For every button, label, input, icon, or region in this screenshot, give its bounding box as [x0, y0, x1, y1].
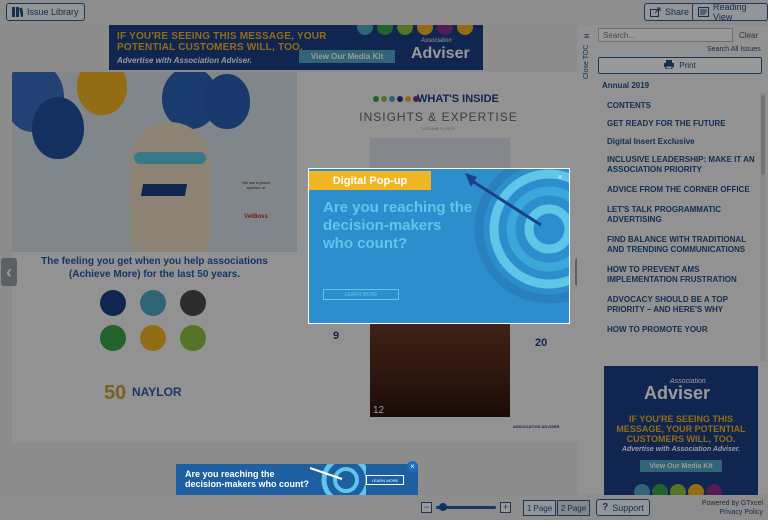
issue-library-label: Issue Library	[27, 7, 79, 17]
sidebar-ad[interactable]: Association Adviser IF YOU'RE SEEING THI…	[604, 366, 758, 495]
bottom-toolbar: − + 1 Page 2 Page ? Support Powered by G…	[0, 495, 768, 520]
toc-item[interactable]: FIND BALANCE WITH TRADITIONAL AND TRENDI…	[598, 235, 759, 255]
side-ad-message: IF YOU'RE SEEING THIS MESSAGE, YOUR POTE…	[616, 414, 746, 444]
reading-view-label: Reading View	[713, 2, 747, 22]
popup-headline: Are you reaching the decision-makers who…	[323, 199, 473, 252]
bottom-ad-line-2: decision-makers who count?	[185, 479, 310, 489]
popup-learn-more-button[interactable]: LEARN MORE	[323, 289, 399, 300]
zoom-in-button[interactable]: +	[500, 502, 511, 513]
vet-note: We are a proud sponsor of	[242, 180, 270, 190]
library-icon	[12, 7, 23, 17]
toc-sidebar: ≡ Close TOC Clear Search All Issues Prin…	[577, 25, 768, 495]
powered-by-text: Powered by GTxcel	[701, 500, 763, 507]
menu-icon: ≡	[584, 31, 590, 41]
toc-item[interactable]: Digital Insert Exclusive	[598, 137, 759, 147]
previous-page-arrow[interactable]: ‹	[1, 258, 17, 286]
ad-brand-logo: Adviser	[411, 45, 470, 62]
toc-item[interactable]: ADVOCACY SHOULD BE A TOP PRIORITY – AND …	[598, 295, 759, 315]
side-ad-media-kit-button[interactable]: View Our Media Kit	[640, 460, 722, 472]
close-icon[interactable]: ×	[407, 461, 418, 472]
zoom-slider[interactable]	[436, 503, 496, 511]
vet-brand: VetBoss	[244, 214, 268, 220]
fifty-years-logo: 50	[104, 382, 127, 404]
article-number-9: 9	[333, 330, 340, 342]
reading-view-icon	[698, 7, 709, 17]
issue-title: Annual 2019	[602, 81, 650, 90]
toc-item[interactable]: INCLUSIVE LEADERSHIP: MAKE IT AN ASSOCIA…	[598, 155, 759, 175]
toc-list: CONTENTS GET READY FOR THE FUTURE Digita…	[598, 93, 759, 361]
bottom-ad-banner[interactable]: Are you reaching the decision-makers who…	[176, 464, 418, 495]
toc-scroll-thumb[interactable]	[761, 95, 765, 175]
clear-button[interactable]: Clear	[739, 31, 758, 40]
two-page-button[interactable]: 2 Page	[557, 500, 590, 516]
popup-title: Digital Pop-up	[309, 171, 431, 190]
share-button[interactable]: Share	[644, 3, 696, 21]
ad-line-1: IF YOU'RE SEEING THIS MESSAGE, YOUR	[117, 31, 327, 42]
powered-by: Powered by GTxcel Privacy Policy	[702, 499, 763, 517]
search-all-issues-link[interactable]: Search All Issues	[707, 46, 761, 53]
bottom-ad-text: Are you reaching the decision-makers who…	[185, 469, 309, 489]
page-number-12: 12	[373, 405, 385, 416]
bottom-ad-line-1: Are you reaching the	[185, 469, 275, 479]
toc-item[interactable]: GET READY FOR THE FUTURE	[598, 119, 759, 129]
share-label: Share	[665, 7, 690, 17]
volume-label: VOLUME 9 | 2019	[422, 126, 455, 131]
ad-line-3: Advertise with Association Adviser.	[117, 56, 253, 65]
ad-line-2: POTENTIAL CUSTOMERS WILL, TOO.	[117, 42, 304, 53]
print-button[interactable]: Print	[598, 57, 762, 74]
bottom-ad-target-graphic	[309, 464, 366, 495]
close-toc-label: Close TOC	[583, 44, 590, 79]
support-button[interactable]: ? Support	[596, 499, 650, 516]
digital-popup[interactable]: Digital Pop-up Are you reaching the deci…	[308, 168, 570, 324]
top-ad-banner[interactable]: IF YOU'RE SEEING THIS MESSAGE, YOUR POTE…	[109, 25, 483, 70]
toc-item[interactable]: HOW TO PROMOTE YOUR	[598, 325, 759, 335]
toc-item[interactable]: CONTENTS	[598, 93, 759, 111]
page-footer: ASSOCIATION ADVISER	[513, 424, 560, 429]
zoom-control[interactable]: − +	[421, 502, 511, 513]
reading-view-button[interactable]: Reading View	[692, 2, 768, 22]
top-toolbar: Issue Library Share Reading View	[0, 0, 768, 25]
magazine-left-page[interactable]: We are a proud sponsor of VetBoss The fe…	[12, 72, 297, 442]
share-icon	[650, 7, 661, 17]
side-ad-subline: Advertise with Association Adviser.	[621, 446, 741, 453]
bottom-ad-learn-more-button[interactable]: LEARN MORE	[366, 475, 404, 485]
naylor-logo: NAYLOR	[132, 385, 182, 399]
print-label: Print	[679, 61, 696, 70]
ad-brand-small: Association	[421, 38, 452, 44]
dots-row	[373, 96, 419, 102]
privacy-policy-link[interactable]: Privacy Policy	[702, 508, 763, 517]
toc-item[interactable]: HOW TO PREVENT AMS IMPLEMENTATION FRUSTR…	[598, 265, 759, 285]
toc-item[interactable]: ADVICE FROM THE CORNER OFFICE	[598, 185, 759, 195]
toc-item[interactable]: LET'S TALK PROGRAMMATIC ADVERTISING	[598, 205, 759, 225]
printer-icon	[664, 60, 675, 71]
whats-inside-heading: WHAT'S INSIDE	[417, 93, 499, 105]
rock-image	[370, 322, 510, 417]
zoom-slider-thumb[interactable]	[439, 503, 447, 511]
cover-photo: We are a proud sponsor of VetBoss	[12, 72, 297, 252]
article-number-20: 20	[535, 337, 548, 349]
tagline-1: The feeling you get when you help associ…	[41, 256, 268, 267]
close-icon[interactable]: ×	[555, 172, 565, 182]
side-ad-brand-logo: Adviser	[644, 383, 711, 403]
close-toc-tab[interactable]: ≡ Close TOC	[581, 31, 595, 86]
search-input[interactable]	[598, 28, 733, 42]
insights-heading: INSIGHTS & EXPERTISE	[359, 110, 518, 124]
support-label: Support	[612, 502, 644, 513]
tagline-2: (Achieve More) for the last 50 years.	[68, 269, 241, 280]
zoom-out-button[interactable]: −	[421, 502, 432, 513]
view-media-kit-button[interactable]: View Our Media Kit	[299, 50, 395, 63]
one-page-button[interactable]: 1 Page	[523, 500, 556, 516]
toc-scrollbar[interactable]	[760, 93, 766, 361]
help-icon: ?	[602, 502, 609, 513]
target-graphic	[465, 169, 569, 304]
issue-library-button[interactable]: Issue Library	[6, 3, 85, 21]
